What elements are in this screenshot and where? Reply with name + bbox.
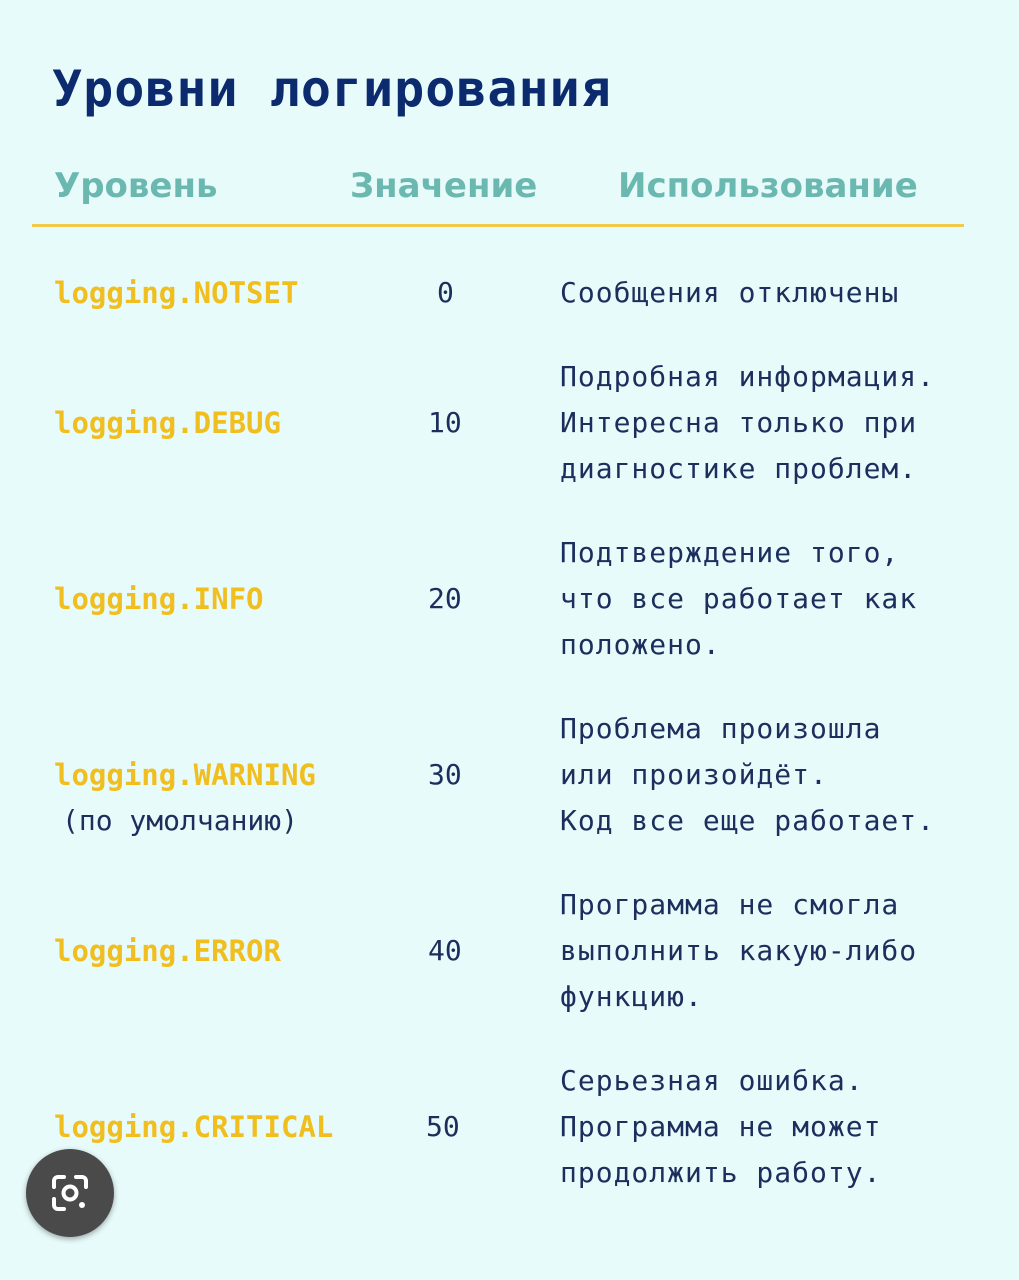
usage-line: диагностике проблем. — [560, 452, 918, 485]
usage-line: Код все еще работает. — [560, 804, 936, 837]
level-value: 30 — [428, 758, 462, 791]
level-value: 20 — [428, 582, 462, 615]
level-name: logging.INFO — [54, 582, 264, 616]
usage-line: Подробная информация. — [560, 360, 936, 393]
logging-levels-card: Уровни логирования Уровень Значение Испо… — [0, 0, 1019, 1280]
usage-line: положено. — [560, 628, 721, 661]
usage-line: функцию. — [560, 980, 703, 1013]
level-usage: Программа не смогла выполнить какую-либо… — [560, 882, 917, 1020]
column-header-value: Значение — [350, 166, 538, 206]
lens-search-icon — [52, 1175, 88, 1211]
level-name: logging.ERROR — [54, 934, 281, 968]
level-name: logging.DEBUG — [54, 406, 281, 440]
usage-line: Серьезная ошибка. — [560, 1064, 864, 1097]
column-header-usage: Использование — [618, 166, 918, 206]
usage-line: или произойдёт. — [560, 758, 828, 791]
page-title: Уровни логирования — [52, 60, 612, 118]
level-value: 0 — [437, 276, 454, 309]
usage-line: продолжить работу. — [560, 1156, 882, 1189]
usage-line: Проблема произошла — [560, 712, 882, 745]
level-value: 50 — [426, 1110, 460, 1143]
usage-line: Программа не может — [560, 1110, 882, 1143]
usage-line: Программа не смогла — [560, 888, 900, 921]
table-header: Уровень Значение Использование — [0, 166, 1019, 216]
level-usage: Серьезная ошибка. Программа не может про… — [560, 1058, 881, 1196]
header-divider — [32, 224, 964, 227]
level-name: logging.WARNING — [54, 758, 316, 792]
level-usage: Подтверждение того, что все работает как… — [560, 530, 917, 668]
lens-search-button[interactable] — [26, 1149, 114, 1237]
default-note: (по умолчанию) — [62, 804, 299, 837]
usage-line: что все работает как — [560, 582, 918, 615]
column-header-level: Уровень — [54, 166, 218, 206]
usage-line: Подтверждение того, — [560, 536, 900, 569]
usage-line: выполнить какую-либо — [560, 934, 918, 967]
usage-line: Интересна только при — [560, 406, 918, 439]
usage-line: Сообщения отключены — [560, 276, 900, 309]
level-usage: Сообщения отключены — [560, 270, 899, 316]
level-name: logging.CRITICAL — [54, 1110, 334, 1144]
level-usage: Подробная информация. Интересна только п… — [560, 354, 935, 492]
level-value: 40 — [428, 934, 462, 967]
level-value: 10 — [428, 406, 462, 439]
level-usage: Проблема произошла или произойдёт. Код в… — [560, 706, 935, 844]
level-name: logging.NOTSET — [54, 276, 299, 310]
